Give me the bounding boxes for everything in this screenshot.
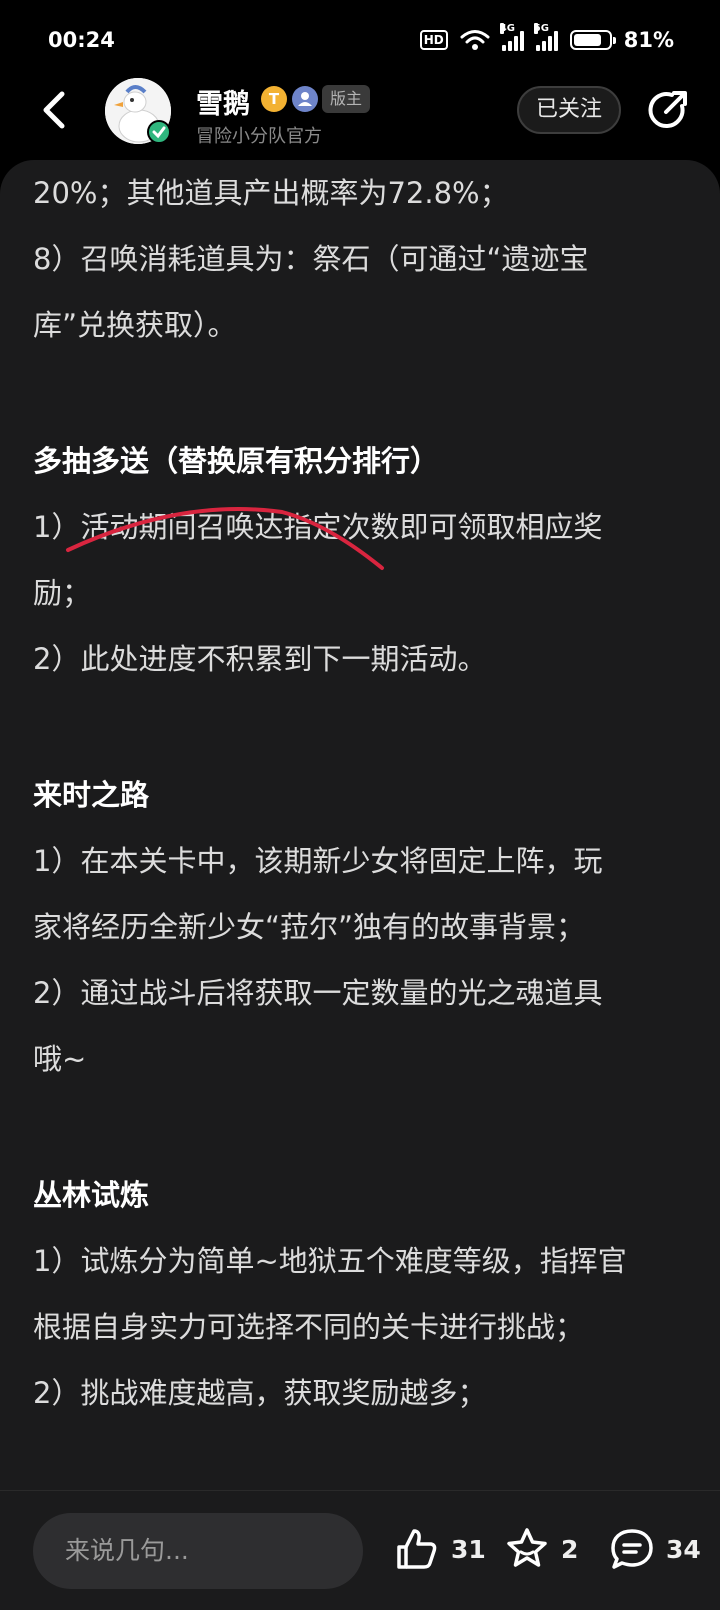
- follow-button[interactable]: 已关注: [517, 86, 621, 134]
- section-title: 来时之路: [33, 778, 150, 812]
- article-line: 家将经历全新少女“菈尔”独有的故事背景；: [33, 910, 586, 944]
- member-badge-icon: [292, 86, 318, 112]
- article-line: 20%；其他道具产出概率为72.8%；: [33, 176, 509, 210]
- signal-4g-icon: 4G: [499, 23, 524, 51]
- thumbs-up-icon: [397, 1529, 437, 1569]
- status-icons: HD 4G 5G 81%: [419, 23, 674, 52]
- article-body: 20%；其他道具产出概率为72.8%； 8）召唤消耗道具为：祭石（可通过“遗迹宝库…: [33, 160, 693, 1426]
- article-line: 2）通过战斗后将获取一定数量的光之魂道具: [33, 976, 603, 1010]
- battery-icon: [569, 30, 616, 50]
- battery-percent: 81%: [623, 28, 674, 52]
- article-line: 8）召唤消耗道具为：祭石（可通过“遗迹宝: [33, 242, 589, 276]
- article-line: 1）试炼分为简单~地狱五个难度等级，指挥官: [33, 1244, 627, 1278]
- status-bar: 00:24 HD 4G 5G 81%: [0, 0, 720, 80]
- article-card: 20%；其他道具产出概率为72.8%； 8）召唤消耗道具为：祭石（可通过“遗迹宝库…: [0, 160, 720, 1490]
- share-icon[interactable]: [644, 86, 692, 134]
- content-fade: [0, 1420, 720, 1490]
- article-line: 库”兑换获取）。: [33, 308, 237, 342]
- star-icon: [507, 1528, 547, 1567]
- section-title: 多抽多送（替换原有积分排行）: [33, 444, 440, 478]
- favorite-button[interactable]: 2: [503, 1521, 578, 1577]
- comment-count: 34: [666, 1534, 701, 1564]
- section-title: 丛林试炼: [33, 1178, 150, 1212]
- comment-bubble-icon: [611, 1529, 653, 1569]
- comment-input[interactable]: 来说几句...: [33, 1513, 363, 1589]
- user-subtitle: 冒险小分队官方: [196, 126, 322, 147]
- signal-5g-icon: 5G: [533, 23, 558, 51]
- comment-button[interactable]: 34: [608, 1521, 701, 1577]
- bottom-action-bar: 来说几句... 31 2 34: [0, 1490, 720, 1610]
- hd-voice-icon: HD: [419, 30, 448, 50]
- user-name[interactable]: 雪鹅: [196, 82, 250, 121]
- article-line: 根据自身实力可选择不同的关卡进行挑战；: [33, 1310, 585, 1344]
- status-time: 00:24: [48, 28, 115, 52]
- like-count: 31: [451, 1534, 486, 1564]
- wifi-icon: [460, 30, 490, 50]
- verified-check-icon: [147, 120, 171, 144]
- favorite-count: 2: [561, 1534, 579, 1564]
- red-underline-annotation: [66, 507, 384, 570]
- battery-level: [573, 34, 602, 46]
- article-line: 2）挑战难度越高，获取奖励越多；: [33, 1376, 487, 1410]
- article-line: 哦~: [33, 1042, 87, 1076]
- article-line: 1）在本关卡中，该期新少女将固定上阵，玩: [33, 844, 603, 878]
- post-header: 雪鹅 T 版主 冒险小分队官方 已关注: [0, 74, 720, 158]
- back-arrow-icon[interactable]: [36, 88, 76, 132]
- moderator-tag: 版主: [322, 85, 371, 113]
- article-line: 2）此处进度不积累到下一期活动。: [33, 642, 487, 676]
- like-button[interactable]: 31: [393, 1521, 486, 1577]
- level-badge-icon: T: [261, 86, 287, 112]
